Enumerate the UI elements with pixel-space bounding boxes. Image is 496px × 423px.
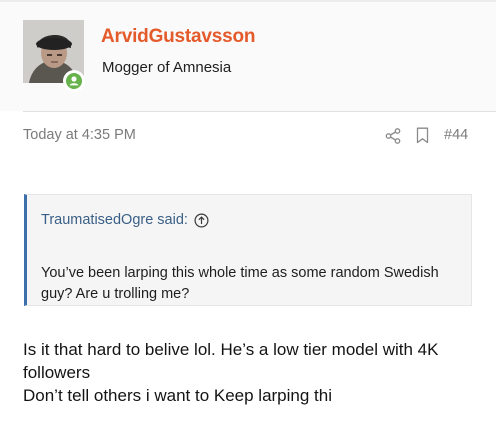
top-divider: [0, 0, 496, 2]
post-author-header: ArvidGustavsson Mogger of Amnesia: [0, 0, 496, 111]
avatar[interactable]: [23, 20, 85, 92]
user-title: Mogger of Amnesia: [102, 59, 232, 76]
post-timestamp[interactable]: Today at 4:35 PM: [23, 127, 136, 143]
post-message: Is it that hard to belive lol. He’s a lo…: [23, 338, 493, 407]
quote-block: TraumatisedOgre said: You’ve been larpin…: [24, 194, 472, 306]
arrow-up-circle-icon[interactable]: [194, 212, 209, 228]
header-divider: [23, 111, 496, 112]
username-link[interactable]: ArvidGustavsson: [101, 26, 256, 48]
online-status-icon: [66, 73, 82, 89]
quote-attribution-label[interactable]: TraumatisedOgre said:: [41, 212, 188, 228]
bookmark-icon[interactable]: [416, 127, 429, 144]
post-message-line: Is it that hard to belive lol. He’s a lo…: [23, 340, 439, 382]
quote-attribution[interactable]: TraumatisedOgre said:: [41, 212, 209, 228]
quote-text: You’ve been larping this whole time as s…: [41, 265, 439, 302]
online-status-badge: [63, 70, 85, 92]
post-message-line: Don’t tell others i want to Keep larping…: [23, 386, 333, 405]
share-icon[interactable]: [385, 128, 401, 144]
post-number-link[interactable]: #44: [444, 127, 468, 143]
